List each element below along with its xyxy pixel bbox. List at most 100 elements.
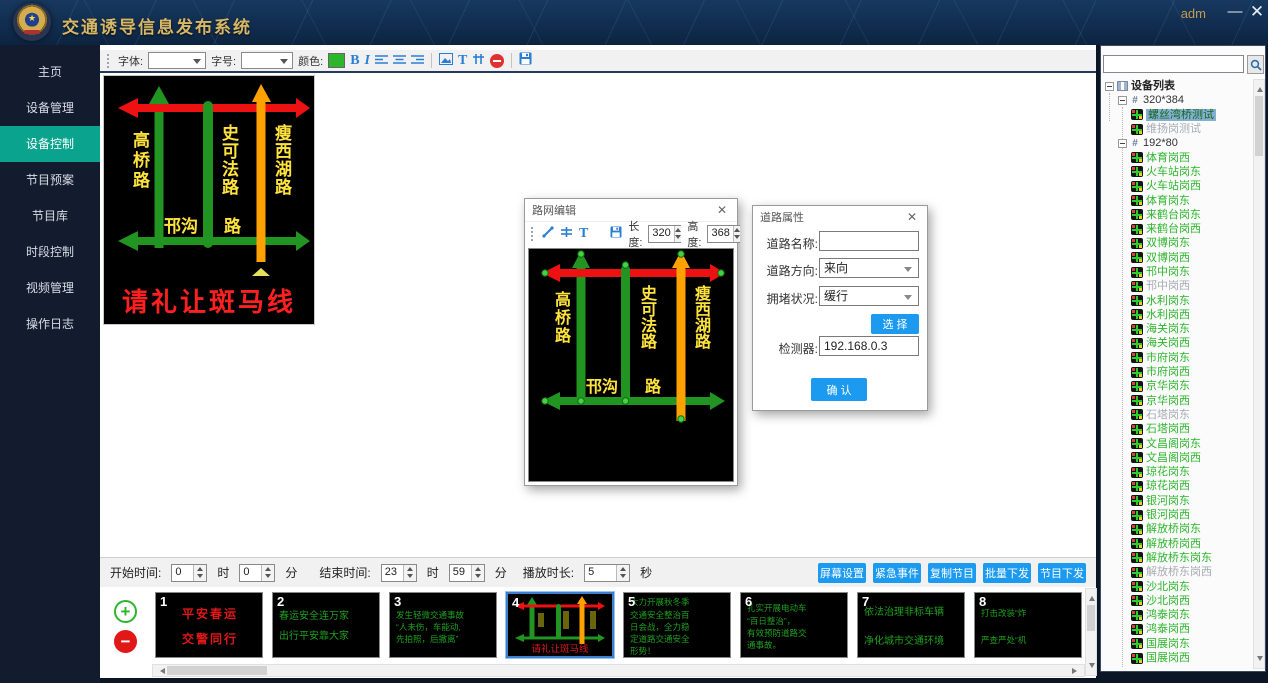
device-tree-item[interactable]: 沙北岗西 [1103, 594, 1255, 608]
device-tree-item[interactable]: 邗中岗东 [1103, 265, 1255, 279]
sidebar-item[interactable]: 节目库 [0, 198, 100, 234]
action-button[interactable]: 节目下发 [1038, 563, 1086, 583]
device-group[interactable]: # 192*80 [1103, 136, 1255, 150]
end-hour-spinner[interactable]: 23 [381, 564, 417, 582]
device-tree-item[interactable]: 市府岗东 [1103, 351, 1255, 365]
device-tree-item[interactable]: 琼花岗东 [1103, 465, 1255, 479]
confirm-button[interactable]: 确 认 [811, 378, 867, 401]
device-tree-item[interactable]: 水利岗东 [1103, 293, 1255, 307]
device-tree-item[interactable]: 双博岗西 [1103, 251, 1255, 265]
collapse-toggle[interactable] [1105, 82, 1114, 91]
add-program-button[interactable]: + [114, 600, 137, 623]
scroll-up-icon[interactable] [1089, 593, 1095, 601]
bold-button[interactable]: B [350, 53, 359, 69]
program-thumbnail[interactable]: 7 依法治理非标车辆 净化城市交通环境 [857, 592, 965, 658]
align-center-icon[interactable] [393, 52, 406, 70]
device-tree-item[interactable]: 银河岗东 [1103, 494, 1255, 508]
device-tree-item[interactable]: 京华岗西 [1103, 394, 1255, 408]
device-tree-item[interactable]: 火车站岗西 [1103, 179, 1255, 193]
device-tree-item[interactable]: 海关岗东 [1103, 322, 1255, 336]
road-tool-icon[interactable] [472, 52, 485, 70]
program-vertical-scrollbar[interactable] [1085, 588, 1097, 676]
device-tree-item[interactable]: 鸿泰岗西 [1103, 622, 1255, 636]
device-tree-item[interactable]: 京华岗东 [1103, 379, 1255, 393]
start-minute-spinner[interactable]: 0 [239, 564, 275, 582]
action-button[interactable]: 紧急事件 [873, 563, 921, 583]
fontsize-select[interactable] [241, 52, 293, 69]
detector-input[interactable]: 192.168.0.3 [819, 336, 919, 356]
device-tree-item[interactable]: 解放桥岗东 [1103, 522, 1255, 536]
device-tree-item[interactable]: 文昌阁岗西 [1103, 451, 1255, 465]
device-tree-item[interactable]: 国展岗西 [1103, 651, 1255, 665]
scroll-down-icon[interactable] [1089, 663, 1095, 671]
save-icon[interactable] [610, 225, 622, 243]
program-thumbnail[interactable]: 2 春运安全连万家 出行平安靠大家 [272, 592, 380, 658]
program-thumbnail[interactable]: 6 扎实开展电动车 “百日整治”， 有效预防道路交 通事故。 [740, 592, 848, 658]
search-button[interactable] [1247, 55, 1264, 74]
sidebar-item[interactable]: 视频管理 [0, 270, 100, 306]
scroll-up-icon[interactable] [1257, 84, 1263, 92]
device-group[interactable]: # 320*384 [1103, 93, 1255, 107]
program-thumbnail[interactable]: 3 发生轻微交通事故 “人未伤，车能动, 先拍照，后撤离” [389, 592, 497, 658]
device-tree-item[interactable]: 来鹤台岗东 [1103, 208, 1255, 222]
sidebar-item[interactable]: 操作日志 [0, 306, 100, 342]
sidebar-item[interactable]: 设备管理 [0, 90, 100, 126]
scrollbar-thumb[interactable] [167, 666, 267, 675]
led-display-preview[interactable]: 高桥路 史可法路 瘦西湖路 邗沟 路 请礼让斑马线 [103, 75, 315, 325]
action-button[interactable]: 复制节目 [928, 563, 976, 583]
device-search-input[interactable] [1103, 55, 1244, 73]
spin-down-icon[interactable] [675, 234, 681, 242]
select-detector-button[interactable]: 选 择 [871, 314, 919, 334]
align-right-icon[interactable] [411, 52, 424, 70]
program-horizontal-scrollbar[interactable] [152, 664, 1085, 677]
scroll-left-icon[interactable] [157, 668, 165, 674]
road-name-input[interactable] [819, 231, 919, 251]
duration-spinner[interactable]: 5 [584, 564, 630, 582]
sidebar-item[interactable]: 设备控制 [0, 126, 100, 162]
text-tool-icon[interactable]: T [458, 53, 467, 69]
road-editor-canvas[interactable]: 高桥路 史可法路 瘦西湖路 邗沟 路 [528, 248, 734, 482]
device-tree-item[interactable]: 螺丝湾桥测试 [1103, 108, 1255, 122]
program-thumbnail[interactable]: 5 大力开展秋冬季 交通安全整治百 日会战，全力稳 定道路交通安全 形势！ [623, 592, 731, 658]
device-tree-item[interactable]: 海关岗西 [1103, 336, 1255, 350]
device-tree-item[interactable]: 维扬岗测试 [1103, 122, 1255, 136]
font-select[interactable] [148, 52, 206, 69]
device-tree-item[interactable]: 双博岗东 [1103, 236, 1255, 250]
minimize-button[interactable]: — [1224, 2, 1246, 22]
save-icon[interactable] [519, 52, 532, 70]
device-tree-item[interactable]: 来鹤台岗西 [1103, 222, 1255, 236]
congestion-select[interactable]: 缓行 [819, 286, 919, 306]
remove-program-button[interactable]: − [114, 630, 137, 653]
start-hour-spinner[interactable]: 0 [171, 564, 207, 582]
scrollbar-thumb[interactable] [1087, 605, 1095, 631]
device-tree-item[interactable]: 解放桥东岗东 [1103, 551, 1255, 565]
device-tree-item[interactable]: 沙北岗东 [1103, 579, 1255, 593]
device-tree-item[interactable]: 解放桥东岗西 [1103, 565, 1255, 579]
road-properties-close-icon[interactable]: ✕ [904, 210, 920, 224]
device-tree-item[interactable]: 石塔岗东 [1103, 408, 1255, 422]
device-tree-item[interactable]: 银河岗西 [1103, 508, 1255, 522]
device-tree-item[interactable]: 鸿泰岗东 [1103, 608, 1255, 622]
spin-up-icon[interactable] [734, 226, 740, 234]
sidebar-item[interactable]: 节目预案 [0, 162, 100, 198]
device-tree-item[interactable]: 体育岗东 [1103, 193, 1255, 207]
device-tree-root[interactable]: 设备列表 [1103, 79, 1255, 93]
device-tree-item[interactable]: 体育岗西 [1103, 150, 1255, 164]
device-tree-item[interactable]: 石塔岗西 [1103, 422, 1255, 436]
close-button[interactable]: ✕ [1246, 2, 1268, 22]
italic-button[interactable]: I [365, 53, 370, 69]
device-tree-item[interactable]: 文昌阁岗东 [1103, 436, 1255, 450]
device-tree-item[interactable]: 火车站岗东 [1103, 165, 1255, 179]
road-editor-close-icon[interactable]: ✕ [714, 203, 730, 217]
road-direction-select[interactable]: 来向 [819, 258, 919, 278]
align-left-icon[interactable] [375, 52, 388, 70]
device-tree-item[interactable]: 琼花岗西 [1103, 479, 1255, 493]
scroll-down-icon[interactable] [1257, 656, 1263, 664]
collapse-toggle[interactable] [1118, 139, 1127, 148]
device-tree-item[interactable]: 国展岗东 [1103, 637, 1255, 651]
sidebar-item[interactable]: 时段控制 [0, 234, 100, 270]
color-swatch[interactable] [328, 53, 345, 68]
height-spinner[interactable]: 368 [707, 225, 740, 243]
end-minute-spinner[interactable]: 59 [449, 564, 485, 582]
sidebar-item[interactable]: 主页 [0, 54, 100, 90]
